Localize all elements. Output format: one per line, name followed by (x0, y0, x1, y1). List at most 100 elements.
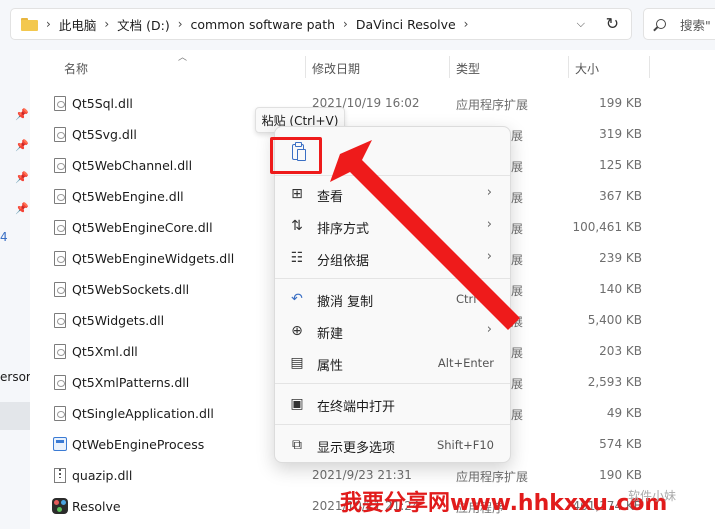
dll-file-icon (54, 251, 66, 266)
navigation-pane[interactable]: 📌 📌 📌 📌 4 ersor (0, 50, 31, 529)
chevron-right-icon: › (486, 185, 492, 200)
file-type: 展 (511, 346, 524, 360)
file-type: 展 (511, 222, 524, 236)
file-name: Qt5WebEngineWidgets.dll (72, 251, 235, 266)
dll-file-icon (54, 406, 66, 421)
davinci-resolve-icon (52, 498, 68, 514)
dll-file-icon (54, 158, 66, 173)
file-size: 125 KB (599, 158, 642, 172)
file-size: 203 KB (599, 344, 642, 358)
chevron-right-icon[interactable]: › (464, 17, 469, 31)
undo-icon: ↶ (291, 291, 303, 307)
group-icon: ☷ (290, 250, 304, 266)
nav-selected-item[interactable] (0, 402, 30, 430)
menu-item-label: 新建 (317, 327, 344, 342)
file-size: 239 KB (599, 251, 642, 265)
menu-item-shortcut: Alt+Enter (437, 356, 494, 370)
column-divider[interactable] (649, 56, 650, 78)
breadcrumb-this-pc[interactable]: 此电脑 (59, 15, 97, 34)
menu-item-label: 排序方式 (317, 222, 370, 237)
file-name: Qt5Sql.dll (72, 96, 133, 111)
nav-fragment[interactable]: 4 (0, 230, 8, 244)
file-type: 展 (511, 253, 524, 267)
dll-file-icon (54, 313, 66, 328)
breadcrumb-davinci[interactable]: DaVinci Resolve (356, 17, 456, 32)
menu-item-shortcut: Ctrl+Z (456, 292, 494, 306)
pin-icon[interactable]: 📌 (15, 139, 29, 152)
refresh-icon[interactable]: ↻ (606, 14, 619, 33)
file-name: quazip.dll (72, 468, 133, 483)
chevron-right-icon: › (486, 322, 492, 337)
file-type: 展 (511, 315, 524, 329)
chevron-right-icon[interactable]: › (178, 17, 183, 31)
file-size: 367 KB (599, 189, 642, 203)
file-type: 应用程序扩展 (456, 98, 529, 112)
zip-dll-file-icon (54, 468, 66, 483)
menu-item-label: 在终端中打开 (317, 400, 396, 415)
address-bar[interactable]: › 此电脑 › 文档 (D:) › common software path ›… (10, 8, 632, 40)
file-type: 展 (511, 129, 524, 143)
column-divider[interactable] (449, 56, 450, 78)
menu-item-shortcut: Shift+F10 (436, 438, 494, 452)
menu-item-label: 撤消 复制 (317, 295, 374, 310)
application-icon (53, 437, 67, 451)
file-date: 2021/9/23 21:31 (312, 468, 412, 482)
pin-icon[interactable]: 📌 (15, 108, 29, 121)
menu-item-view[interactable]: ⊞ 查看 › (279, 179, 506, 209)
menu-item-group-by[interactable]: ☷ 分组依据 › (279, 243, 506, 273)
chevron-right-icon[interactable]: › (46, 17, 51, 31)
dll-file-icon (54, 127, 66, 142)
search-box[interactable]: 搜索" (643, 8, 715, 40)
menu-separator (275, 383, 510, 384)
column-header-size[interactable]: 大小 (575, 60, 599, 77)
menu-item-show-more-options[interactable]: ⧉ 显示更多选项 Shift+F10 (279, 430, 506, 460)
pin-icon[interactable]: 📌 (15, 202, 29, 215)
breadcrumb-common-software[interactable]: common software path (191, 17, 336, 32)
chevron-right-icon: › (486, 217, 492, 232)
menu-item-label: 查看 (317, 190, 344, 205)
chevron-right-icon[interactable]: › (343, 17, 348, 31)
menu-item-properties[interactable]: ▤ 属性 Alt+Enter (279, 348, 506, 378)
sort-icon: ⇅ (291, 218, 303, 234)
watermark-small: 软件小妹 (628, 489, 677, 503)
menu-item-new[interactable]: ⊕ 新建 › (279, 316, 506, 346)
column-header-date[interactable]: 修改日期 (312, 60, 360, 77)
search-icon (656, 19, 666, 29)
chevron-down-icon[interactable]: ⌵ (577, 17, 585, 31)
file-name: Qt5WebSockets.dll (72, 282, 190, 297)
column-divider[interactable] (568, 56, 569, 78)
properties-icon: ▤ (290, 355, 304, 371)
highlight-box (270, 137, 322, 174)
context-menu[interactable]: ⊞ 查看 › ⇅ 排序方式 › ☷ 分组依据 › ↶ 撤消 复制 Ctrl+Z … (274, 126, 511, 463)
nav-fragment[interactable]: ersor (0, 370, 31, 384)
file-size: 574 KB (599, 437, 642, 451)
dll-file-icon (54, 375, 66, 390)
dll-file-icon (54, 282, 66, 297)
dll-file-icon (54, 189, 66, 204)
file-size: 100,461 KB (572, 220, 642, 234)
file-row[interactable]: Qt5Sql.dll 2021/10/19 16:02 应用程序扩展 199 KB (30, 88, 715, 119)
more-options-icon: ⧉ (292, 437, 302, 453)
file-size: 319 KB (599, 127, 642, 141)
file-name: Qt5Svg.dll (72, 127, 137, 142)
column-header-type[interactable]: 类型 (456, 60, 480, 77)
menu-item-open-in-terminal[interactable]: ▣ 在终端中打开 (279, 389, 506, 419)
file-size: 140 KB (599, 282, 642, 296)
file-name: Qt5Xml.dll (72, 344, 138, 359)
column-header-name[interactable]: 名称 (64, 60, 88, 77)
menu-separator (275, 424, 510, 425)
column-divider[interactable] (305, 56, 306, 78)
menu-item-undo-copy[interactable]: ↶ 撤消 复制 Ctrl+Z (279, 284, 506, 314)
chevron-right-icon[interactable]: › (104, 17, 109, 31)
pin-icon[interactable]: 📌 (15, 171, 29, 184)
dll-file-icon (54, 96, 66, 111)
file-size: 5,400 KB (587, 313, 642, 327)
menu-item-label: 属性 (317, 359, 344, 374)
file-name: Qt5WebEngine.dll (72, 189, 184, 204)
menu-item-sort-by[interactable]: ⇅ 排序方式 › (279, 211, 506, 241)
file-type: 应用程序扩展 (456, 470, 529, 484)
breadcrumb-drive[interactable]: 文档 (D:) (117, 15, 170, 34)
file-name: Qt5XmlPatterns.dll (72, 375, 190, 390)
search-placeholder[interactable]: 搜索" (680, 15, 711, 34)
file-size: 49 KB (606, 406, 642, 420)
